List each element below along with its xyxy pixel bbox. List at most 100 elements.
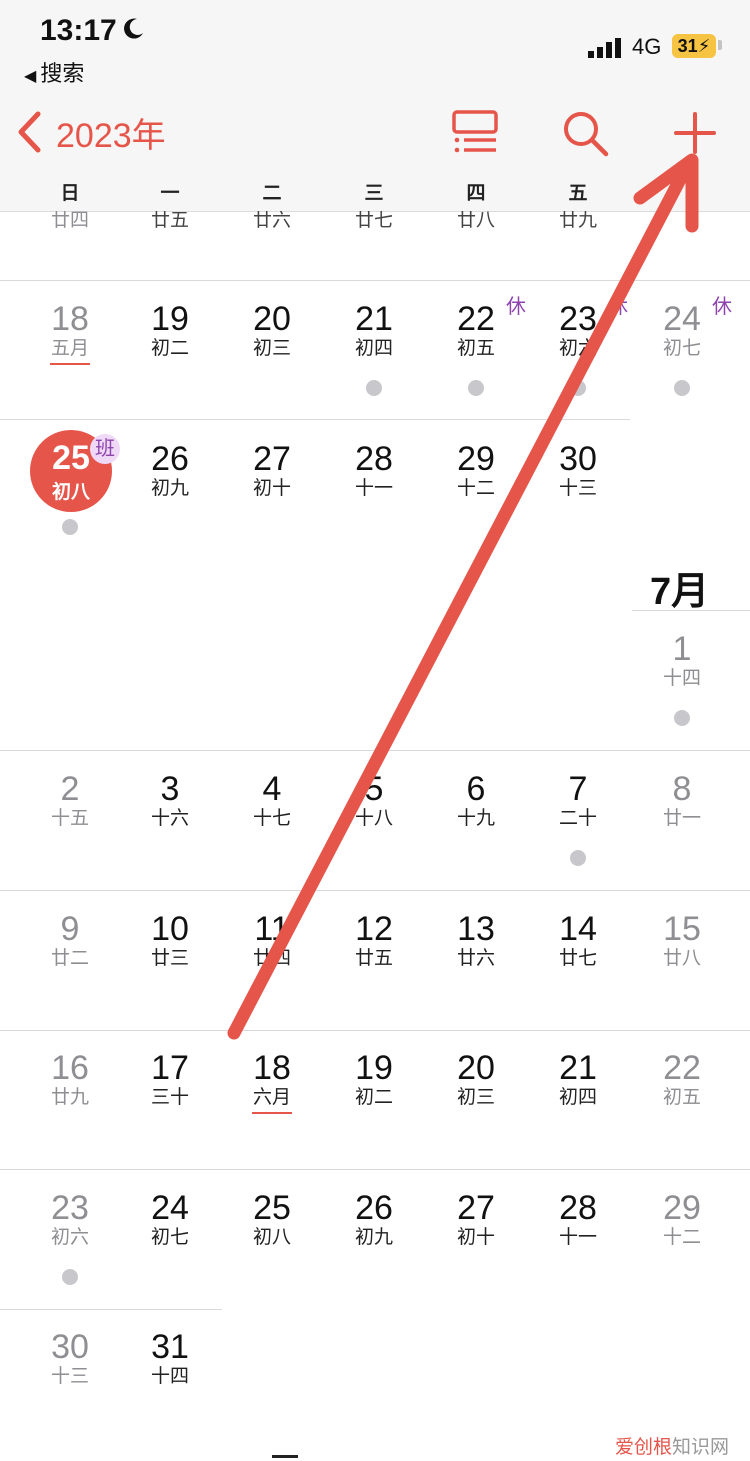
day-number: 15 — [663, 909, 701, 948]
day-cell[interactable]: 22 初五 — [632, 1049, 732, 1109]
day-cell[interactable]: 30 十三 — [528, 440, 628, 500]
day-cell[interactable]: 4 十七 — [222, 770, 322, 830]
lunar-date: 初九 — [354, 1226, 393, 1248]
lunar-date: 廿一 — [662, 808, 701, 829]
lunar-date: 廿八 — [662, 947, 701, 969]
day-cell[interactable]: 30 十三 — [20, 1328, 120, 1388]
day-cell[interactable]: 3 十六 — [120, 770, 220, 830]
weekday-mon: 一 — [160, 183, 180, 204]
day-cell[interactable]: 13 廿六 — [426, 910, 526, 970]
day-number: 13 — [457, 909, 495, 948]
day-cell[interactable]: 10 廿三 — [120, 910, 220, 970]
day-cell[interactable]: 23 初六 — [20, 1189, 120, 1249]
week-separator — [0, 750, 750, 751]
lunar-date: 廿七 — [558, 947, 597, 969]
day-cell[interactable]: 11 廿四 — [222, 910, 322, 970]
lunar-date: 初十 — [456, 1226, 495, 1248]
search-icon[interactable] — [562, 110, 610, 158]
day-cell[interactable]: 19 初二 — [324, 1049, 424, 1109]
week-separator — [0, 1029, 750, 1031]
day-number: 19 — [151, 300, 189, 338]
lunar-date: 廿四 — [252, 947, 291, 969]
day-cell-july-1[interactable]: 1 十四 — [632, 630, 732, 690]
day-cell[interactable]: 28 十一 — [528, 1189, 628, 1249]
event-dot — [62, 1268, 78, 1285]
day-number: 2 — [60, 770, 80, 808]
lunar-date: 五月 — [50, 338, 89, 359]
day-cell[interactable]: 25 初八 — [222, 1189, 322, 1249]
day-cell[interactable]: 21 初四 — [324, 300, 424, 360]
day-cell[interactable]: 24 初七 — [120, 1189, 220, 1249]
day-cell[interactable]: 27 初十 — [222, 440, 322, 500]
lunar-date: 十七 — [252, 808, 291, 829]
day-number: 21 — [559, 1049, 597, 1087]
list-view-icon[interactable] — [452, 110, 498, 154]
today-lunar-date: 初八 — [51, 482, 90, 503]
day-cell[interactable]: 20 初三 — [426, 1049, 526, 1109]
lunar-date: 廿六 — [456, 947, 495, 969]
lunar-date: 初四 — [354, 338, 393, 359]
day-cell[interactable]: 18 六月 — [222, 1049, 322, 1109]
day-cell[interactable]: 12 廿五 — [324, 910, 424, 970]
back-to-year-button[interactable]: 2023年 — [16, 108, 166, 156]
lunar-date: 初十 — [252, 478, 291, 499]
day-cell[interactable]: 19 初二 — [120, 300, 220, 360]
battery-level: 31 — [677, 36, 698, 56]
day-number: 24 — [151, 1188, 189, 1227]
day-cell[interactable]: 21 初四 — [528, 1049, 628, 1109]
day-cell[interactable]: 14 廿七 — [528, 910, 628, 970]
day-number: 31 — [151, 1328, 189, 1366]
lunar-date: 十三 — [558, 478, 597, 499]
day-cell[interactable]: 17 三十 — [120, 1049, 220, 1109]
event-dot — [674, 710, 690, 726]
back-to-app-link[interactable]: ◀ 搜索 — [24, 56, 84, 88]
lunar-date: 十一 — [558, 1226, 597, 1248]
day-number: 12 — [355, 909, 393, 948]
day-cell[interactable]: 29 十二 — [426, 440, 526, 500]
day-cell[interactable]: 8 廿一 — [632, 770, 732, 830]
day-number: 18 — [51, 300, 89, 338]
day-cell[interactable]: 2 十五 — [20, 770, 120, 830]
year-label: 2023年 — [56, 116, 166, 155]
lunar-date: 初七 — [150, 1226, 189, 1248]
day-cell[interactable]: 26 初九 — [120, 440, 220, 500]
day-cell[interactable]: 28 十一 — [324, 440, 424, 500]
day-cell[interactable]: 31 十四 — [120, 1328, 220, 1388]
day-number: 1 — [672, 630, 692, 668]
day-cell[interactable]: 29 十二 — [632, 1189, 732, 1249]
day-cell[interactable]: 15 廿八 — [632, 910, 732, 970]
week-separator — [0, 890, 750, 891]
day-number: 4 — [262, 770, 282, 808]
event-dot — [570, 850, 586, 866]
day-number: 26 — [355, 1188, 393, 1227]
day-number: 6 — [466, 770, 486, 808]
day-cell[interactable]: 7 二十 — [528, 770, 628, 830]
day-number: 21 — [355, 300, 393, 338]
day-cell[interactable]: 27 初十 — [426, 1189, 526, 1249]
network-type: 4G — [632, 34, 662, 59]
week-separator — [0, 1308, 222, 1310]
lunar-date: 十八 — [354, 808, 393, 829]
lunar-date: 廿九 — [50, 1087, 89, 1108]
calendar-header: 13:17 ◀ 搜索 4G 31⚡ 2023年 日 一 二 三 四 五 — [0, 0, 750, 212]
lunar-date: 初五 — [662, 1087, 701, 1108]
day-cell[interactable]: 20 初三 — [222, 300, 322, 360]
day-cell[interactable]: 26 初九 — [324, 1189, 424, 1249]
weekday-wed: 三 — [364, 183, 384, 204]
lunar-date: 初二 — [150, 338, 189, 359]
day-cell[interactable]: 9 廿二 — [20, 910, 120, 970]
day-number: 29 — [457, 440, 495, 478]
day-number: 22 — [663, 1049, 701, 1087]
day-number: 30 — [559, 440, 597, 478]
signal-icon — [588, 38, 621, 58]
day-cell[interactable]: 6 十九 — [426, 770, 526, 830]
partial-week-row: 廿四 廿五 廿六 廿七 廿八 廿九 — [0, 211, 750, 235]
event-dot — [366, 380, 382, 396]
day-cell[interactable]: 5 十八 — [324, 770, 424, 830]
month-label-july: 7月 — [650, 571, 710, 613]
day-cell[interactable]: 16 廿九 — [20, 1049, 120, 1109]
add-event-icon[interactable] — [674, 112, 716, 154]
partial-lunar: 廿九 — [558, 211, 597, 231]
day-number: 3 — [160, 770, 180, 808]
day-cell[interactable]: 18 五月 — [20, 300, 120, 360]
